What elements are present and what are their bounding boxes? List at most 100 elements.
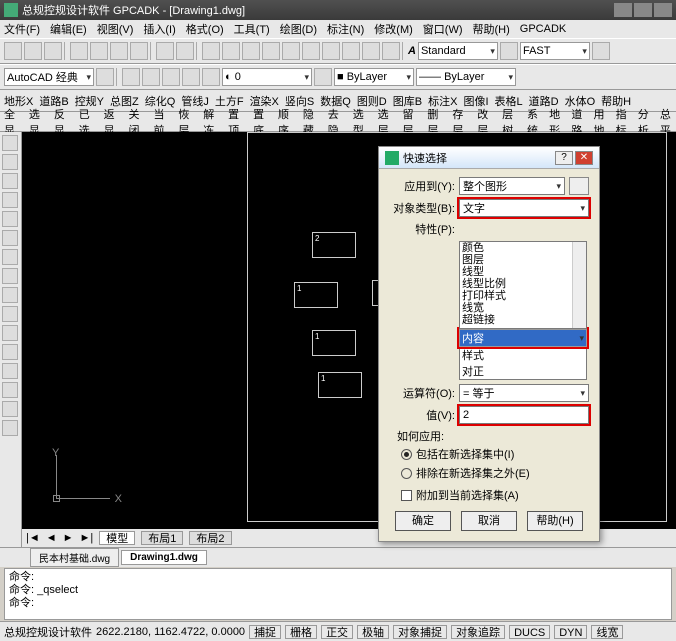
tb-help-icon[interactable] <box>382 42 400 60</box>
pline-icon[interactable] <box>2 173 18 189</box>
operator-select[interactable]: = 等于 <box>459 384 589 402</box>
tb-icon[interactable] <box>96 68 114 86</box>
menu-insert[interactable]: 插入(I) <box>143 21 175 37</box>
tb-icon[interactable] <box>182 68 200 86</box>
status-otrack[interactable]: 对象追踪 <box>451 625 505 639</box>
radio-include[interactable]: 包括在新选择集中(I) <box>401 446 589 462</box>
tb-save-icon[interactable] <box>44 42 62 60</box>
nav-prev-icon[interactable]: ◄ <box>46 532 57 544</box>
close-button[interactable] <box>654 3 672 17</box>
tb-new-icon[interactable] <box>4 42 22 60</box>
tb-zoom-icon[interactable] <box>202 42 220 60</box>
dialog-title-bar[interactable]: 快速选择 ? ✕ <box>379 147 599 169</box>
apply-to-select[interactable]: 整个图形 <box>459 177 565 195</box>
menu-dim[interactable]: 标注(N) <box>327 21 364 37</box>
point-icon[interactable] <box>2 306 18 322</box>
tb-layer-icon[interactable] <box>202 68 220 86</box>
tb-icon[interactable] <box>242 42 260 60</box>
tb-icon[interactable] <box>162 68 180 86</box>
tb-icon[interactable] <box>342 42 360 60</box>
tb-icon[interactable] <box>500 42 518 60</box>
status-osnap[interactable]: 对象捕捉 <box>393 625 447 639</box>
rect-icon[interactable] <box>2 211 18 227</box>
color-select[interactable]: ■ ByLayer <box>334 68 414 86</box>
dialog-help-button[interactable]: ? <box>555 151 573 165</box>
tb-icon[interactable] <box>142 68 160 86</box>
spline-icon[interactable] <box>2 249 18 265</box>
status-ducs[interactable]: DUCS <box>509 625 550 639</box>
nav-next-icon[interactable]: ► <box>63 532 74 544</box>
menu-format[interactable]: 格式(O) <box>186 21 224 37</box>
tool-icon[interactable] <box>2 401 18 417</box>
append-checkbox[interactable]: 附加到当前选择集(A) <box>401 487 589 503</box>
arc-icon[interactable] <box>2 154 18 170</box>
tb-copy-icon[interactable] <box>110 42 128 60</box>
status-polar[interactable]: 极轴 <box>357 625 389 639</box>
menu-modify[interactable]: 修改(M) <box>374 21 413 37</box>
status-ortho[interactable]: 正交 <box>321 625 353 639</box>
polygon-icon[interactable] <box>2 192 18 208</box>
menu-file[interactable]: 文件(F) <box>4 21 40 37</box>
nav-first-icon[interactable]: |◄ <box>26 532 40 544</box>
file-tab[interactable]: 民本村基础.dwg <box>30 548 119 567</box>
menu-window[interactable]: 窗口(W) <box>423 21 463 37</box>
file-tab-active[interactable]: Drawing1.dwg <box>121 550 207 565</box>
list-item-selected[interactable]: 内容 <box>459 329 587 347</box>
circle-icon[interactable] <box>2 230 18 246</box>
text-style-select[interactable]: Standard <box>418 42 498 60</box>
tab-model[interactable]: 模型 <box>99 531 135 545</box>
menu-help[interactable]: 帮助(H) <box>473 21 510 37</box>
menu-view[interactable]: 视图(V) <box>97 21 134 37</box>
text-icon[interactable] <box>2 344 18 360</box>
block-icon[interactable] <box>2 325 18 341</box>
cancel-button[interactable]: 取消 <box>461 511 517 531</box>
minimize-button[interactable] <box>614 3 632 17</box>
properties-listbox[interactable]: 颜色 图层 线型 线型比例 打印样式 线宽 超链接 <box>459 241 587 329</box>
region-icon[interactable] <box>2 363 18 379</box>
tab-layout2[interactable]: 布局2 <box>189 531 231 545</box>
hatch-icon[interactable] <box>2 287 18 303</box>
tb-icon[interactable] <box>592 42 610 60</box>
tb-icon[interactable] <box>362 42 380 60</box>
tb-pan-icon[interactable] <box>222 42 240 60</box>
menu-edit[interactable]: 编辑(E) <box>50 21 87 37</box>
value-input[interactable]: 2 <box>459 406 589 424</box>
tool-icon[interactable] <box>2 382 18 398</box>
menu-tools[interactable]: 工具(T) <box>234 21 270 37</box>
tb-paste-icon[interactable] <box>130 42 148 60</box>
tb-cut-icon[interactable] <box>90 42 108 60</box>
menu-draw[interactable]: 绘图(D) <box>280 21 317 37</box>
tb-icon[interactable] <box>322 42 340 60</box>
ellipse-icon[interactable] <box>2 268 18 284</box>
status-grid[interactable]: 栅格 <box>285 625 317 639</box>
tb-icon[interactable] <box>282 42 300 60</box>
text2-icon[interactable] <box>2 420 18 436</box>
command-window[interactable]: 命令: 命令: _qselect 命令: <box>4 568 672 620</box>
tb-icon[interactable] <box>262 42 280 60</box>
status-snap[interactable]: 捕捉 <box>249 625 281 639</box>
tb-print-icon[interactable] <box>70 42 88 60</box>
help-button[interactable]: 帮助(H) <box>527 511 583 531</box>
select-objects-button[interactable] <box>569 177 589 195</box>
tb-open-icon[interactable] <box>24 42 42 60</box>
tb-icon[interactable] <box>302 42 320 60</box>
dialog-close-button[interactable]: ✕ <box>575 151 593 165</box>
lineweight-select[interactable]: —— ByLayer <box>416 68 516 86</box>
tb-icon[interactable] <box>122 68 140 86</box>
tab-layout1[interactable]: 布局1 <box>141 531 183 545</box>
object-type-select[interactable]: 文字 <box>459 199 589 217</box>
layer-select[interactable]: ◐ 0 <box>222 68 312 86</box>
dim-style-select[interactable]: FAST <box>520 42 590 60</box>
tb-icon[interactable] <box>314 68 332 86</box>
line-icon[interactable] <box>2 135 18 151</box>
tb-redo-icon[interactable] <box>176 42 194 60</box>
workspace-select[interactable]: AutoCAD 经典 <box>4 68 94 86</box>
nav-last-icon[interactable]: ►| <box>80 532 94 544</box>
ok-button[interactable]: 确定 <box>395 511 451 531</box>
maximize-button[interactable] <box>634 3 652 17</box>
menu-gpcadk[interactable]: GPCADK <box>520 23 566 35</box>
listbox-scrollbar[interactable] <box>572 242 586 328</box>
status-dyn[interactable]: DYN <box>554 625 587 639</box>
radio-exclude[interactable]: 排除在新选择集之外(E) <box>401 465 589 481</box>
tb-undo-icon[interactable] <box>156 42 174 60</box>
